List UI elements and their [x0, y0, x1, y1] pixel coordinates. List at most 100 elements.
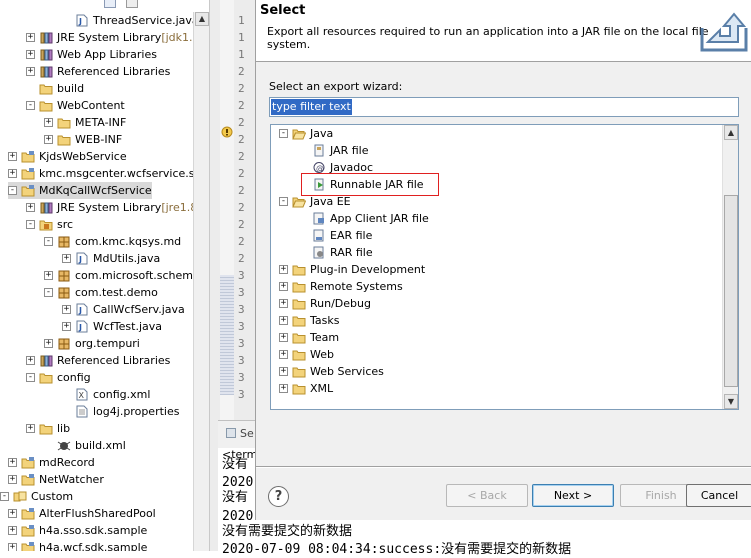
explorer-tree-item[interactable]: + JRE System Library [jre1.8.: [26, 199, 201, 216]
collapse-icon[interactable]: -: [0, 492, 9, 501]
explorer-tree-item[interactable]: - MdKqCallWcfService: [8, 182, 152, 199]
wizard-filter-input[interactable]: type filter text: [269, 97, 739, 117]
collapse-icon[interactable]: -: [26, 220, 35, 229]
expand-icon[interactable]: +: [279, 282, 288, 291]
explorer-tree-item[interactable]: + J WcfTest.java: [62, 318, 162, 335]
explorer-tree-item[interactable]: + J MdUtils.java: [62, 250, 160, 267]
expand-icon[interactable]: +: [8, 526, 17, 535]
explorer-tree-item[interactable]: + AlterFlushSharedPool: [8, 505, 156, 522]
explorer-tree-item[interactable]: + h4a.wcf.sdk.sample: [8, 539, 147, 551]
expand-icon[interactable]: +: [26, 424, 35, 433]
wizard-tree-item[interactable]: JAR file: [299, 142, 368, 159]
expand-icon[interactable]: +: [279, 316, 288, 325]
wizard-tree-item[interactable]: + Web Services: [279, 363, 384, 380]
expand-icon[interactable]: +: [26, 203, 35, 212]
scroll-thumb[interactable]: [724, 195, 738, 387]
collapse-icon[interactable]: -: [8, 186, 17, 195]
expand-icon[interactable]: +: [26, 67, 35, 76]
explorer-tree-item[interactable]: + kmc.msgcenter.wcfservice.sdk: [8, 165, 208, 182]
collapse-icon[interactable]: -: [44, 237, 53, 246]
explorer-tree-item[interactable]: + com.microsoft.schemas: [44, 267, 205, 284]
expand-icon[interactable]: +: [8, 475, 17, 484]
wizard-tree-item[interactable]: + XML: [279, 380, 333, 397]
explorer-tree-item[interactable]: + META-INF: [44, 114, 126, 131]
expand-icon[interactable]: +: [44, 135, 53, 144]
warning-marker-icon[interactable]: [221, 126, 233, 138]
explorer-tree-item[interactable]: + h4a.sso.sdk.sample: [8, 522, 147, 539]
expand-icon[interactable]: +: [8, 509, 17, 518]
explorer-tree-item[interactable]: + mdRecord: [8, 454, 95, 471]
expand-icon[interactable]: +: [279, 367, 288, 376]
explorer-tree-item[interactable]: - com.test.demo: [44, 284, 158, 301]
explorer-tree-item[interactable]: - config: [26, 369, 91, 386]
cancel-button[interactable]: Cancel: [686, 484, 751, 507]
collapse-icon[interactable]: -: [26, 101, 35, 110]
expand-icon[interactable]: +: [26, 356, 35, 365]
expand-icon[interactable]: +: [279, 350, 288, 359]
wizard-tree[interactable]: - Java JAR file @ Javadoc Runnable JAR file - J…: [270, 124, 739, 410]
explorer-tree-item[interactable]: + J CallWcfServ.java: [62, 301, 185, 318]
explorer-tree-item[interactable]: + lib: [26, 420, 70, 437]
expand-icon[interactable]: +: [62, 322, 71, 331]
explorer-tree-item[interactable]: - WebContent: [26, 97, 125, 114]
wizard-list-label: Select an export wizard:: [269, 80, 403, 93]
collapse-all-icon[interactable]: [104, 0, 116, 8]
expand-icon[interactable]: +: [8, 458, 17, 467]
explorer-tree-item[interactable]: build.xml: [44, 437, 126, 454]
expand-icon[interactable]: +: [279, 333, 288, 342]
next-button[interactable]: Next >: [532, 484, 614, 507]
console-tab[interactable]: Se: [240, 427, 254, 440]
explorer-tree-item[interactable]: J ThreadService.java: [62, 12, 199, 29]
jar-icon: [312, 144, 326, 157]
explorer-tree-item[interactable]: + org.tempuri: [44, 335, 140, 352]
wizard-tree-item[interactable]: + Remote Systems: [279, 278, 403, 295]
collapse-icon[interactable]: -: [26, 373, 35, 382]
collapse-icon[interactable]: -: [44, 288, 53, 297]
explorer-tree-item[interactable]: Xconfig.xml: [62, 386, 150, 403]
link-editor-icon[interactable]: [126, 0, 138, 8]
wizard-tree-item[interactable]: RAR file: [299, 244, 373, 261]
wizard-tree-item[interactable]: App Client JAR file: [299, 210, 429, 227]
wizard-tree-item[interactable]: - Java: [279, 125, 333, 142]
wizard-tree-item[interactable]: + Team: [279, 329, 339, 346]
explorer-tree-item[interactable]: - com.kmc.kqsys.md: [44, 233, 181, 250]
explorer-tree-item[interactable]: + JRE System Library [jdk1.7_: [26, 29, 205, 46]
expand-icon[interactable]: +: [26, 50, 35, 59]
scroll-down-arrow-icon[interactable]: ▼: [724, 394, 738, 409]
wizard-tree-item[interactable]: EAR file: [299, 227, 372, 244]
explorer-tree-item[interactable]: + Referenced Libraries: [26, 352, 170, 369]
wizard-tree-item[interactable]: + Run/Debug: [279, 295, 371, 312]
expand-icon[interactable]: +: [44, 271, 53, 280]
explorer-tree-item[interactable]: + NetWatcher: [8, 471, 104, 488]
expand-icon[interactable]: +: [8, 543, 17, 551]
explorer-tree-item[interactable]: build: [26, 80, 84, 97]
expand-icon[interactable]: +: [44, 339, 53, 348]
help-button[interactable]: ?: [268, 486, 289, 507]
back-button[interactable]: < Back: [446, 484, 528, 507]
explorer-tree-item[interactable]: log4j.properties: [62, 403, 179, 420]
expand-icon[interactable]: +: [8, 152, 17, 161]
expand-icon[interactable]: +: [279, 384, 288, 393]
explorer-tree-item[interactable]: + Web App Libraries: [26, 46, 157, 63]
explorer-tree-item[interactable]: + KjdsWebService: [8, 148, 127, 165]
scroll-up-arrow-icon[interactable]: ▲: [724, 125, 738, 140]
expand-icon[interactable]: +: [62, 305, 71, 314]
expand-icon[interactable]: +: [62, 254, 71, 263]
expand-icon[interactable]: +: [44, 118, 53, 127]
expand-icon[interactable]: +: [26, 33, 35, 42]
scroll-up-arrow-icon[interactable]: ▲: [195, 12, 209, 26]
wizard-tree-scrollbar[interactable]: ▲ ▼: [722, 125, 738, 409]
explorer-tree-item[interactable]: - src: [26, 216, 73, 233]
collapse-icon[interactable]: -: [279, 129, 288, 138]
wizard-tree-item[interactable]: + Plug-in Development: [279, 261, 425, 278]
explorer-tree-item[interactable]: + Referenced Libraries: [26, 63, 170, 80]
wizard-tree-item[interactable]: + Tasks: [279, 312, 339, 329]
explorer-tree-item[interactable]: + WEB-INF: [44, 131, 122, 148]
wizard-tree-item[interactable]: + Web: [279, 346, 334, 363]
expand-icon[interactable]: +: [279, 265, 288, 274]
expand-icon[interactable]: +: [8, 169, 17, 178]
explorer-scrollbar[interactable]: ▲: [193, 12, 209, 551]
expand-icon[interactable]: +: [279, 299, 288, 308]
collapse-icon[interactable]: -: [279, 197, 288, 206]
explorer-tree-item[interactable]: - Custom: [0, 488, 73, 505]
